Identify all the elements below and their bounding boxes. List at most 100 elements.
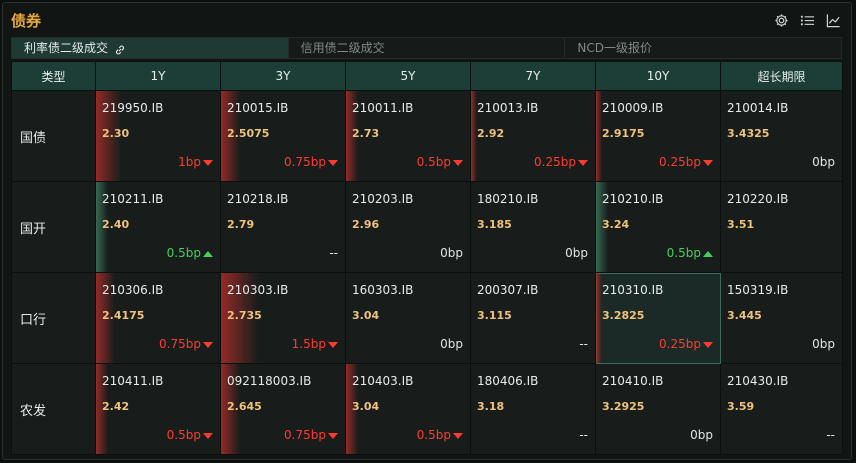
- line-chart-icon[interactable]: [826, 13, 841, 28]
- column-header-5y[interactable]: 5Y: [345, 61, 471, 91]
- bond-yield: 2.4175: [102, 309, 145, 322]
- bond-yield: 2.30: [102, 127, 130, 140]
- triangle-down-icon: [703, 341, 713, 348]
- bond-code[interactable]: 092118003.IB: [227, 374, 311, 388]
- table-row: 农发 210411.IB 2.42 0.5bp 092118003.IB 2.645 0.7…: [11, 363, 843, 455]
- yield-change-text: --: [826, 428, 835, 442]
- bond-cell[interactable]: 210306.IB 2.4175 0.75bp: [95, 272, 221, 364]
- bond-cell[interactable]: 210014.IB 3.4325 0bp: [720, 90, 843, 182]
- bond-yield: 3.18: [477, 400, 505, 413]
- bond-cell[interactable]: 210211.IB 2.40 0.5bp: [95, 181, 221, 273]
- bond-cell[interactable]: 210013.IB 2.92 0.25bp: [470, 90, 596, 182]
- bond-code[interactable]: 210411.IB: [102, 374, 163, 388]
- triangle-down-icon: [453, 159, 463, 166]
- bond-code[interactable]: 160303.IB: [352, 283, 413, 297]
- tab-rate-bond-secondary[interactable]: 利率债二级成交: [12, 38, 289, 58]
- triangle-down-icon: [328, 159, 338, 166]
- bond-yield: 3.04: [352, 400, 380, 413]
- list-icon[interactable]: [800, 13, 815, 28]
- bond-code[interactable]: 210220.IB: [727, 192, 788, 206]
- bond-yield: 2.735: [227, 309, 262, 322]
- bond-cell[interactable]: 210310.IB 3.2825 0.25bp: [595, 272, 721, 364]
- bond-code[interactable]: 180406.IB: [477, 374, 538, 388]
- yield-change-text: 0.25bp: [534, 155, 576, 169]
- yield-change-text: 0bp: [812, 337, 835, 351]
- triangle-down-icon: [203, 159, 213, 166]
- bond-cell[interactable]: 210210.IB 3.24 0.5bp: [595, 181, 721, 273]
- bond-code[interactable]: 210310.IB: [602, 283, 663, 297]
- yield-change-text: 0.75bp: [284, 428, 326, 442]
- bond-code[interactable]: 210218.IB: [227, 192, 288, 206]
- bond-cell[interactable]: 210220.IB 3.51: [720, 181, 843, 273]
- bond-code[interactable]: 180210.IB: [477, 192, 538, 206]
- yield-change-text: 0.5bp: [416, 428, 451, 442]
- column-header-3y[interactable]: 3Y: [220, 61, 346, 91]
- bond-cell[interactable]: 210303.IB 2.735 1.5bp: [220, 272, 346, 364]
- bond-cell[interactable]: 210203.IB 2.96 0bp: [345, 181, 471, 273]
- gear-icon[interactable]: [774, 13, 789, 28]
- bond-code[interactable]: 210430.IB: [727, 374, 788, 388]
- triangle-down-icon: [578, 159, 588, 166]
- column-header-type[interactable]: 类型: [11, 61, 96, 91]
- bond-cell[interactable]: 092118003.IB 2.645 0.75bp: [220, 363, 346, 455]
- tab-label: NCD一级报价: [577, 41, 652, 55]
- bond-cell[interactable]: 210009.IB 2.9175 0.25bp: [595, 90, 721, 182]
- yield-change-text: 0bp: [440, 246, 463, 260]
- bond-yield: 2.96: [352, 218, 380, 231]
- bond-cell[interactable]: 210411.IB 2.42 0.5bp: [95, 363, 221, 455]
- yield-change: --: [579, 428, 588, 442]
- bond-code[interactable]: 210015.IB: [227, 101, 288, 115]
- yield-change: 1bp: [178, 155, 213, 169]
- bond-code[interactable]: 210210.IB: [602, 192, 663, 206]
- bond-code[interactable]: 219950.IB: [102, 101, 163, 115]
- bond-cell[interactable]: 210430.IB 3.59 --: [720, 363, 843, 455]
- bond-code[interactable]: 210306.IB: [102, 283, 163, 297]
- bond-code[interactable]: 210403.IB: [352, 374, 413, 388]
- yield-change-text: 0.5bp: [666, 246, 701, 260]
- yield-change: 0bp: [440, 337, 463, 351]
- bond-cell[interactable]: 180210.IB 3.185 0bp: [470, 181, 596, 273]
- header-toolbar: [774, 13, 841, 28]
- bond-cell[interactable]: 210015.IB 2.5075 0.75bp: [220, 90, 346, 182]
- bond-cell[interactable]: 210410.IB 3.2925 0bp: [595, 363, 721, 455]
- bond-yield: 3.24: [602, 218, 630, 231]
- bond-code[interactable]: 150319.IB: [727, 283, 788, 297]
- bond-cell[interactable]: 200307.IB 3.115 --: [470, 272, 596, 364]
- bond-code[interactable]: 210013.IB: [477, 101, 538, 115]
- bond-code[interactable]: 210011.IB: [352, 101, 413, 115]
- bond-yield: 3.2925: [602, 400, 645, 413]
- yield-change: 0.5bp: [417, 155, 463, 169]
- bond-code[interactable]: 200307.IB: [477, 283, 538, 297]
- yield-change: 0.75bp: [284, 428, 338, 442]
- table-header-row: 类型 1Y 3Y 5Y 7Y 10Y 超长期限: [11, 61, 843, 91]
- bond-code[interactable]: 210410.IB: [602, 374, 663, 388]
- tab-label: 利率债二级成交: [24, 41, 109, 55]
- bond-cell[interactable]: 210011.IB 2.73 0.5bp: [345, 90, 471, 182]
- column-header-1y[interactable]: 1Y: [95, 61, 221, 91]
- tab-ncd-primary-quote[interactable]: NCD一级报价: [565, 38, 841, 58]
- bond-code[interactable]: 210014.IB: [727, 101, 788, 115]
- column-header-10y[interactable]: 10Y: [595, 61, 721, 91]
- row-type-label: 国开: [11, 181, 96, 273]
- yield-change-text: 1.5bp: [291, 337, 326, 351]
- table-row: 口行 210306.IB 2.4175 0.75bp 210303.IB 2.735 1.5…: [11, 272, 843, 364]
- yield-change-text: 0.75bp: [284, 155, 326, 169]
- bond-code[interactable]: 210211.IB: [102, 192, 163, 206]
- bond-cell[interactable]: 150319.IB 3.445 0bp: [720, 272, 843, 364]
- bond-cell[interactable]: 160303.IB 3.04 0bp: [345, 272, 471, 364]
- yield-change: 0.25bp: [659, 155, 713, 169]
- column-header-ultra-long[interactable]: 超长期限: [720, 61, 843, 91]
- panel-title: 债券: [11, 12, 42, 30]
- bond-cell[interactable]: 210403.IB 3.04 0.5bp: [345, 363, 471, 455]
- tab-credit-bond-secondary[interactable]: 信用债二级成交: [289, 38, 566, 58]
- link-icon[interactable]: [114, 42, 126, 55]
- bond-code[interactable]: 210303.IB: [227, 283, 288, 297]
- bond-cell[interactable]: 219950.IB 2.30 1bp: [95, 90, 221, 182]
- column-header-7y[interactable]: 7Y: [470, 61, 596, 91]
- bond-yield: 3.4325: [727, 127, 770, 140]
- bond-code[interactable]: 210203.IB: [352, 192, 413, 206]
- bond-code[interactable]: 210009.IB: [602, 101, 663, 115]
- bond-cell[interactable]: 180406.IB 3.18 --: [470, 363, 596, 455]
- bond-cell[interactable]: 210218.IB 2.79 --: [220, 181, 346, 273]
- bond-panel: 债券 利率债二级成交 信用债二级成交 NCD一级报价 类型 1Y 3Y 5Y 7…: [2, 2, 852, 460]
